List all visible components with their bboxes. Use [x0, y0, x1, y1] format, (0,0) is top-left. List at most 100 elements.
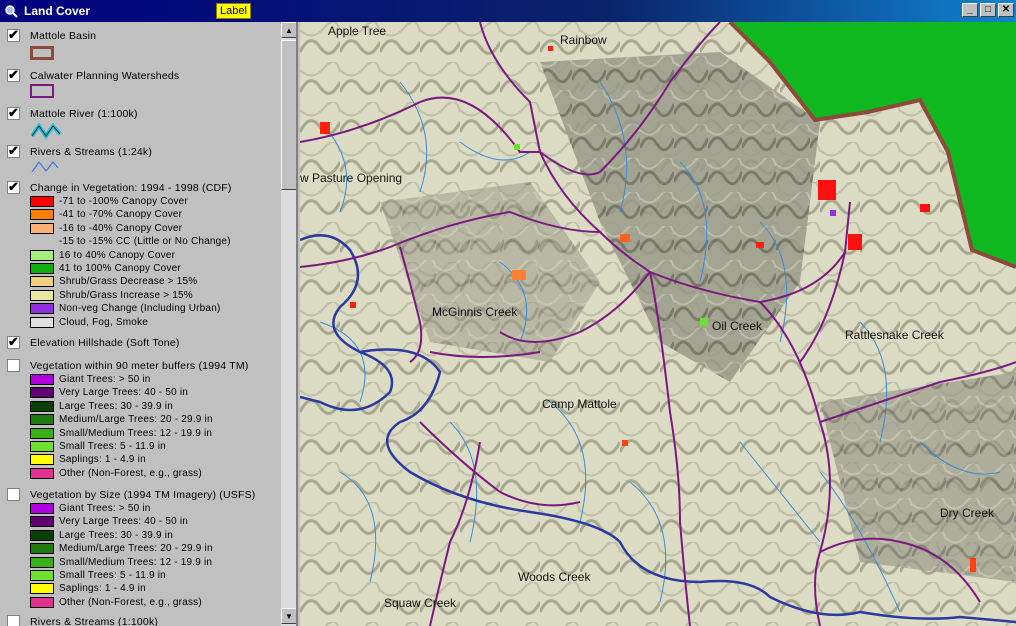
- legend-swatch: [30, 454, 54, 466]
- legend-row: Other (Non-Forest, e.g., grass): [30, 596, 202, 609]
- minimize-button[interactable]: _: [962, 3, 978, 17]
- legend-swatch: [30, 516, 54, 528]
- legend-row: 16 to 40% Canopy Cover: [30, 249, 175, 262]
- map-canvas[interactable]: Apple Tree Rainbow w Pasture Opening McG…: [300, 22, 1016, 626]
- window-titlebar: Land Cover Label _ □ ✕: [0, 0, 1016, 22]
- layer-checkbox[interactable]: [7, 107, 20, 120]
- legend-swatch: [30, 414, 54, 426]
- place-label: McGinnis Creek: [432, 305, 518, 319]
- river-line-icon: [30, 122, 62, 140]
- layer-vegetation-90m-buffers: Vegetation within 90 meter buffers (1994…: [0, 356, 280, 480]
- legend-row: -16 to -40% Canopy Cover: [30, 222, 182, 235]
- legend-swatch: [30, 276, 54, 288]
- legend-label: Other (Non-Forest, e.g., grass): [59, 596, 202, 608]
- legend-label: Medium/Large Trees: 20 - 29.9 in: [59, 414, 213, 426]
- legend-label: Saplings: 1 - 4.9 in: [59, 454, 146, 466]
- legend-label: Non-veg Change (Including Urban): [59, 303, 221, 315]
- layer-checkbox[interactable]: [7, 69, 20, 82]
- legend-label: Saplings: 1 - 4.9 in: [59, 583, 146, 595]
- label-badge: Label: [216, 3, 251, 19]
- legend-row: 41 to 100% Canopy Cover: [30, 262, 181, 275]
- legend-swatch: [30, 196, 54, 207]
- toc-scrollbar[interactable]: ▲ ▼: [281, 22, 296, 626]
- place-label: Dry Creek: [940, 506, 995, 520]
- legend-row: Small/Medium Trees: 12 - 19.9 in: [30, 427, 212, 440]
- layer-name: Rivers & Streams (1:24k): [30, 146, 153, 158]
- legend-row: Giant Trees: > 50 in: [30, 502, 151, 515]
- legend-row: Shrub/Grass Increase > 15%: [30, 289, 193, 302]
- place-label: Squaw Creek: [384, 596, 457, 610]
- legend-label: Other (Non-Forest, e.g., grass): [59, 467, 202, 479]
- legend-label: Shrub/Grass Increase > 15%: [59, 289, 193, 301]
- layer-checkbox[interactable]: [7, 488, 20, 501]
- legend-swatch: [30, 249, 54, 261]
- legend-label: Small Trees: 5 - 11.9 in: [59, 441, 166, 452]
- layer-checkbox[interactable]: [7, 29, 20, 42]
- legend-label: Small Trees: 5 - 11.9 in: [59, 570, 166, 581]
- window-title: Land Cover: [24, 4, 91, 18]
- layer-mattole-basin: Mattole Basin: [0, 26, 280, 62]
- legend-label: Small/Medium Trees: 12 - 19.9 in: [59, 427, 213, 439]
- layer-rivers-streams-24k: Rivers & Streams (1:24k): [0, 142, 280, 176]
- legend-label: 16 to 40% Canopy Cover: [59, 249, 176, 261]
- layer-name: Mattole Basin: [30, 30, 97, 42]
- scroll-down-button[interactable]: ▼: [281, 608, 296, 624]
- layer-checkbox[interactable]: [7, 359, 20, 372]
- layer-checkbox[interactable]: [7, 615, 20, 626]
- legend-row: Small/Medium Trees: 12 - 19.9 in: [30, 556, 212, 569]
- legend-swatch: [30, 387, 54, 399]
- legend-label: 41 to 100% Canopy Cover: [59, 263, 181, 274]
- layer-checkbox[interactable]: [7, 336, 20, 349]
- legend-label: Small/Medium Trees: 12 - 19.9 in: [59, 556, 213, 568]
- polygon-symbol-icon: [30, 46, 54, 60]
- legend-row: Small Trees: 5 - 11.9 in: [30, 569, 166, 582]
- legend-swatch: [30, 303, 54, 315]
- place-label: Woods Creek: [518, 570, 591, 584]
- legend-swatch: [30, 556, 54, 568]
- layer-checkbox[interactable]: [7, 145, 20, 158]
- legend-row: Cloud, Fog, Smoke: [30, 316, 148, 329]
- maximize-button[interactable]: □: [980, 3, 996, 17]
- legend-swatch: [30, 529, 54, 541]
- legend-swatch: [30, 236, 54, 247]
- legend-label: -15 to -15% CC (Little or No Change): [59, 236, 231, 248]
- legend-label: Large Trees: 30 - 39.9 in: [59, 400, 173, 412]
- legend-label: Cloud, Fog, Smoke: [59, 316, 148, 328]
- table-of-contents: Mattole Basin Calwater Planning Watershe…: [0, 22, 298, 626]
- legend-row: Large Trees: 30 - 39.9 in: [30, 529, 173, 542]
- legend-label: -71 to -100% Canopy Cover: [59, 196, 188, 207]
- legend-swatch: [30, 467, 54, 479]
- place-label: Apple Tree: [328, 24, 386, 38]
- legend-row: Saplings: 1 - 4.9 in: [30, 453, 146, 466]
- legend-swatch: [30, 427, 54, 439]
- legend-label: Medium/Large Trees: 20 - 29.9 in: [59, 543, 213, 555]
- close-button[interactable]: ✕: [998, 3, 1014, 17]
- map-view[interactable]: Apple Tree Rainbow w Pasture Opening McG…: [300, 22, 1016, 626]
- place-label: Oil Creek: [712, 319, 763, 333]
- legend-swatch: [30, 263, 54, 274]
- legend-row: Medium/Large Trees: 20 - 29.9 in: [30, 542, 213, 555]
- legend-row: -15 to -15% CC (Little or No Change): [30, 235, 231, 248]
- legend-row: Shrub/Grass Decrease > 15%: [30, 275, 197, 288]
- legend-swatch: [30, 441, 54, 452]
- layer-vegetation-by-size: Vegetation by Size (1994 TM Imagery) (US…: [0, 485, 280, 609]
- place-label: Rainbow: [560, 33, 607, 47]
- legend-row: Small Trees: 5 - 11.9 in: [30, 440, 166, 453]
- scroll-thumb[interactable]: [281, 40, 296, 190]
- legend-label: -16 to -40% Canopy Cover: [59, 222, 183, 234]
- legend-label: Giant Trees: > 50 in: [59, 503, 151, 514]
- legend-row: Giant Trees: > 50 in: [30, 373, 151, 386]
- scroll-up-button[interactable]: ▲: [281, 22, 296, 38]
- layer-name: Rivers & Streams (1:100k): [30, 616, 159, 626]
- layer-name: Calwater Planning Watersheds: [30, 70, 180, 82]
- legend-swatch: [30, 400, 54, 412]
- legend-label: Large Trees: 30 - 39.9 in: [59, 529, 173, 541]
- layer-checkbox[interactable]: [7, 181, 20, 194]
- legend-swatch: [30, 374, 54, 385]
- legend-swatch: [30, 209, 54, 221]
- place-label: Camp Mattole: [542, 397, 617, 411]
- layer-change-in-vegetation: Change in Vegetation: 1994 - 1998 (CDF) …: [0, 178, 280, 328]
- layer-name: Vegetation by Size (1994 TM Imagery) (US…: [30, 489, 256, 501]
- legend-row: Other (Non-Forest, e.g., grass): [30, 467, 202, 480]
- layer-name: Elevation Hillshade (Soft Tone): [30, 337, 180, 349]
